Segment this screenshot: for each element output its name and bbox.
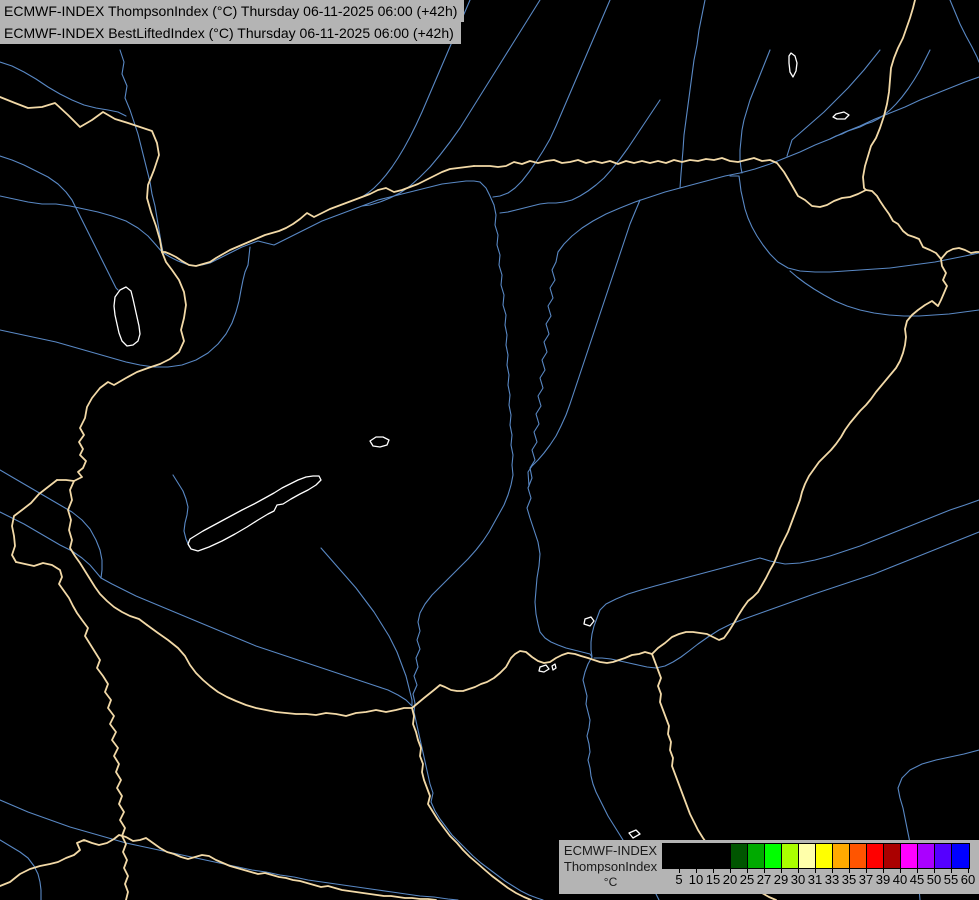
small-lake bbox=[552, 664, 556, 670]
legend-color-cell bbox=[663, 844, 680, 868]
small-lake bbox=[629, 830, 640, 838]
legend-color-cell bbox=[935, 844, 952, 868]
legend-caption: ECMWF-INDEX ThompsonIndex °C bbox=[559, 840, 662, 894]
legend-tick-label: 10 bbox=[689, 872, 703, 887]
legend-color-cell bbox=[731, 844, 748, 868]
small-lake bbox=[584, 617, 594, 626]
legend-color-cell bbox=[782, 844, 799, 868]
legend-tick-label: 35 bbox=[842, 872, 856, 887]
weather-map-view: ECMWF-INDEX ThompsonIndex (°C) Thursday … bbox=[0, 0, 979, 900]
legend-tick-label: 25 bbox=[740, 872, 754, 887]
legend-tick-label: 37 bbox=[859, 872, 873, 887]
legend-tick-label: 20 bbox=[723, 872, 737, 887]
legend-tick-label: 45 bbox=[910, 872, 924, 887]
legend-color-cell bbox=[748, 844, 765, 868]
title-bar: ECMWF-INDEX ThompsonIndex (°C) Thursday … bbox=[0, 0, 464, 44]
legend-color-cell bbox=[850, 844, 867, 868]
legend-tick-label: 27 bbox=[757, 872, 771, 887]
legend-tick-label: 40 bbox=[893, 872, 907, 887]
legend-tick-label: 5 bbox=[675, 872, 682, 887]
lake-balaton bbox=[188, 476, 321, 551]
color-scale-legend: ECMWF-INDEX ThompsonIndex °C 5 1015202527… bbox=[559, 840, 979, 894]
legend-color-cell bbox=[816, 844, 833, 868]
legend-color-cell bbox=[884, 844, 901, 868]
legend-tick-label: 29 bbox=[774, 872, 788, 887]
country-borders-layer bbox=[0, 0, 979, 900]
legend-color-cell bbox=[918, 844, 935, 868]
legend-index-label: ThompsonIndex bbox=[559, 859, 662, 875]
map-canvas bbox=[0, 0, 979, 900]
lakes-layer bbox=[114, 53, 849, 838]
legend-color-cell bbox=[680, 844, 697, 868]
lake-neusiedl bbox=[114, 287, 140, 346]
map-title-primary: ECMWF-INDEX ThompsonIndex (°C) Thursday … bbox=[0, 0, 464, 22]
map-title-secondary: ECMWF-INDEX BestLiftedIndex (°C) Thursda… bbox=[0, 22, 461, 44]
legend-tick-label: 55 bbox=[944, 872, 958, 887]
legend-color-cell bbox=[697, 844, 714, 868]
legend-unit-label: °C bbox=[559, 875, 662, 890]
legend-color-scale bbox=[662, 843, 970, 869]
legend-tick-label: 15 bbox=[706, 872, 720, 887]
legend-color-cell bbox=[952, 844, 969, 868]
legend-color-cell bbox=[799, 844, 816, 868]
small-lake bbox=[789, 53, 797, 77]
legend-tick-label: 39 bbox=[876, 872, 890, 887]
legend-tick-label: 30 bbox=[791, 872, 805, 887]
legend-tick-label: 31 bbox=[808, 872, 822, 887]
legend-model-label: ECMWF-INDEX bbox=[559, 843, 662, 859]
legend-tick-label: 33 bbox=[825, 872, 839, 887]
legend-color-cell bbox=[901, 844, 918, 868]
legend-color-cell bbox=[867, 844, 884, 868]
small-lake bbox=[539, 665, 549, 672]
legend-tick-label: 50 bbox=[927, 872, 941, 887]
legend-color-cell bbox=[833, 844, 850, 868]
small-lake bbox=[833, 112, 849, 119]
legend-color-cell bbox=[714, 844, 731, 868]
lake-velence bbox=[370, 437, 389, 447]
legend-color-cell bbox=[765, 844, 782, 868]
legend-tick-label: 60 bbox=[961, 872, 975, 887]
